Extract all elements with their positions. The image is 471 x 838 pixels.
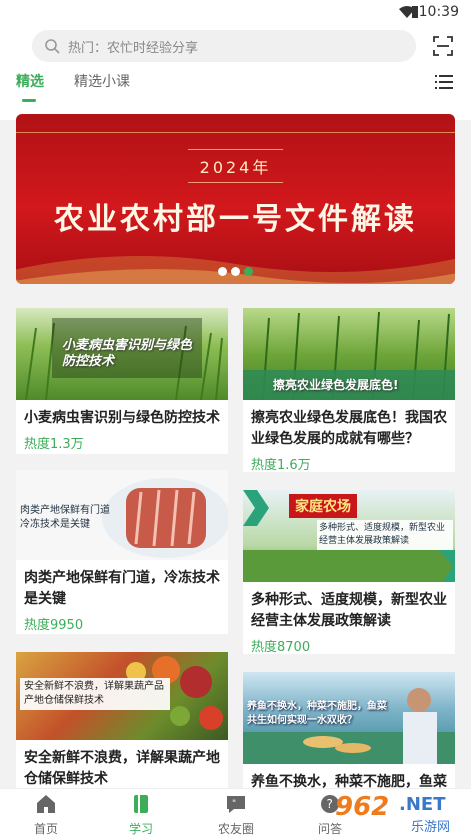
thumbnail-caption: 养鱼不换水，种菜不施肥，鱼菜共生如何实现一水双收？ xyxy=(247,701,387,726)
banner-carousel[interactable]: 2024年 农业农村部一号文件解读 xyxy=(16,114,455,284)
thumbnail-caption: 安全新鲜不浪费，详解果蔬产品产地仓储保鲜技术 xyxy=(20,678,170,710)
course-title: 肉类产地保鲜有门道，冷冻技术是关键 xyxy=(24,570,220,607)
course-heat: 热度8700 xyxy=(251,640,311,654)
course-thumbnail: 小麦病虫害识别与绿色防控技术 xyxy=(16,308,228,400)
banner-year: 2024年 xyxy=(187,149,284,183)
carousel-indicators xyxy=(16,267,455,276)
carousel-dot-active[interactable] xyxy=(244,267,253,276)
nav-community-label: 农友圈 xyxy=(217,822,254,836)
course-card[interactable]: 安全新鲜不浪费，详解果蔬产品产地仓储保鲜技术 安全新鲜不浪费，详解果蔬产地仓储保… xyxy=(16,652,228,788)
course-heat: 热度1.6万 xyxy=(251,458,311,472)
search-input[interactable]: 热门：农忙时经验分享 xyxy=(32,30,416,62)
course-thumbnail: 肉类产地保鲜有门道 冷冻技术是关键 xyxy=(16,470,228,560)
course-heat: 热度1.3万 xyxy=(24,437,84,452)
thumbnail-caption: 小麦病虫害识别与绿色防控技术 xyxy=(62,338,193,369)
carousel-dot[interactable] xyxy=(231,267,240,276)
course-title: 多种形式、适度规模，新型农业经营主体发展政策解读 xyxy=(251,592,447,629)
status-time: 10:39 xyxy=(418,4,459,20)
course-title: 小麦病虫害识别与绿色防控技术 xyxy=(24,410,220,426)
tab-mini-courses[interactable]: 精选小课 xyxy=(74,72,130,104)
home-icon xyxy=(37,795,55,813)
list-menu-icon[interactable] xyxy=(435,74,453,90)
course-thumbnail: 养鱼不换水，种菜不施肥，鱼菜共生如何实现一水双收？ xyxy=(243,672,455,764)
scan-icon[interactable] xyxy=(433,36,453,56)
course-card[interactable]: 肉类产地保鲜有门道 冷冻技术是关键 肉类产地保鲜有门道，冷冻技术是关键 热度99… xyxy=(16,470,228,634)
status-bar: 10:39 xyxy=(0,0,471,24)
course-heat: 热度9950 xyxy=(24,618,84,633)
nav-home[interactable]: 首页 xyxy=(6,793,86,837)
chat-icon: " xyxy=(227,796,245,813)
svg-text:": " xyxy=(232,799,236,809)
course-card[interactable]: 擦亮农业绿色发展底色! 擦亮农业绿色发展底色！我国农业绿色发展的成就有哪些？ 热… xyxy=(243,308,455,472)
nav-study-label: 学习 xyxy=(128,822,153,836)
tab-featured[interactable]: 精选 xyxy=(16,72,44,104)
watermark-logo: 962 .NET 乐游网 xyxy=(331,790,471,838)
course-title: 养鱼不换水，种菜不施肥，鱼菜 xyxy=(251,774,447,788)
thumbnail-caption: 擦亮农业绿色发展底色! xyxy=(273,378,399,392)
tab-bar: 精选 精选小课 xyxy=(0,72,471,108)
thumbnail-caption: 肉类产地保鲜有门道 冷冻技术是关键 xyxy=(20,505,110,530)
course-title: 安全新鲜不浪费，详解果蔬产地仓储保鲜技术 xyxy=(24,750,220,787)
search-placeholder: 热门：农忙时经验分享 xyxy=(68,40,199,56)
search-icon xyxy=(45,39,60,54)
course-card[interactable]: 养鱼不换水，种菜不施肥，鱼菜共生如何实现一水双收？ 养鱼不换水，种菜不施肥，鱼菜 xyxy=(243,672,455,788)
book-icon xyxy=(134,795,148,813)
course-title: 擦亮农业绿色发展底色！我国农业绿色发展的成就有哪些？ xyxy=(251,410,447,447)
watermark-domain: .NET xyxy=(399,794,446,815)
watermark-number: 962 xyxy=(335,792,390,822)
banner-wave-decoration xyxy=(16,256,455,284)
course-thumbnail: 安全新鲜不浪费，详解果蔬产品产地仓储保鲜技术 xyxy=(16,652,228,740)
banner-title: 农业农村部一号文件解读 xyxy=(54,202,417,237)
watermark-site-name: 乐游网 xyxy=(411,820,451,835)
nav-community[interactable]: " 农友圈 xyxy=(196,793,276,837)
nav-home-label: 首页 xyxy=(33,822,58,836)
course-thumbnail: 擦亮农业绿色发展底色! xyxy=(243,308,455,400)
thumbnail-caption: 多种形式、适度规模，新型农业经营主体发展政策解读 xyxy=(317,520,453,550)
header: 热门：农忙时经验分享 精选 精选小课 xyxy=(0,24,471,120)
bottom-navigation: 首页 学习 " 农友圈 ? 问答 962 .NET 乐游网 xyxy=(0,788,471,838)
course-card[interactable]: 家庭农场 多种形式、适度规模，新型农业经营主体发展政策解读 多种形式、适度规模，… xyxy=(243,490,455,654)
carousel-dot[interactable] xyxy=(218,267,227,276)
thumbnail-sign: 家庭农场 xyxy=(289,494,357,518)
nav-study[interactable]: 学习 xyxy=(101,793,181,837)
course-card[interactable]: 小麦病虫害识别与绿色防控技术 小麦病虫害识别与绿色防控技术 热度1.3万 xyxy=(16,308,228,454)
course-thumbnail: 家庭农场 多种形式、适度规模，新型农业经营主体发展政策解读 xyxy=(243,490,455,582)
